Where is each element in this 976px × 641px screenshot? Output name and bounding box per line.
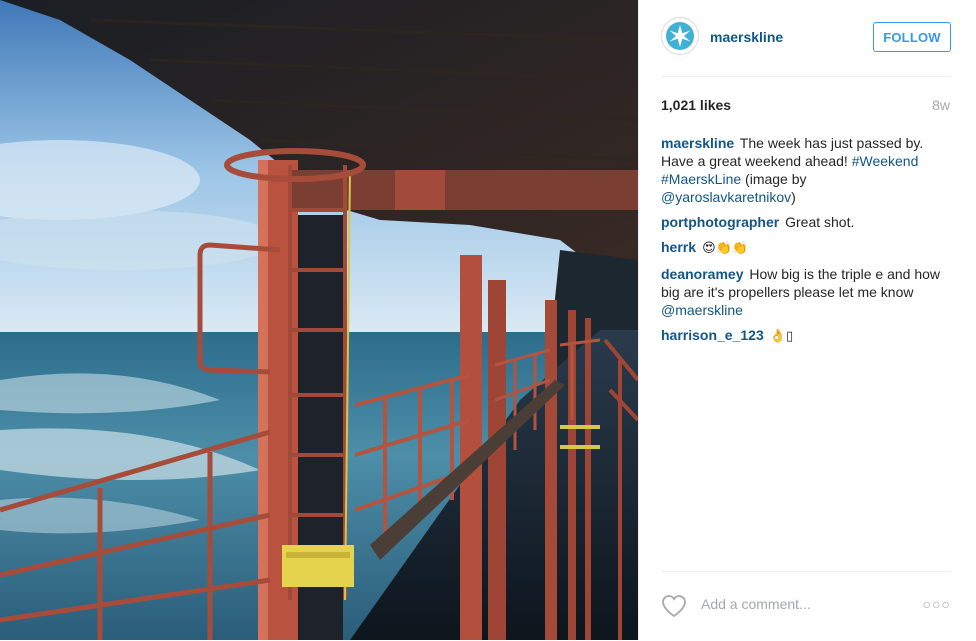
instagram-post: maerskline FOLLOW 1,021 likes 8w maerskl…: [0, 0, 976, 640]
comment-item: deanoramey How big is the triple e and h…: [661, 265, 953, 319]
comment-username[interactable]: herrk: [661, 239, 696, 255]
caption: maerskline The week has just passed by. …: [661, 134, 953, 206]
hashtag-maerskline[interactable]: #MaerskLine: [661, 171, 741, 187]
hashtag-weekend[interactable]: #Weekend: [852, 153, 919, 169]
comment-text: 👌▯: [765, 329, 794, 344]
comment-text: Great shot.: [781, 214, 855, 230]
comment-username[interactable]: portphotographer: [661, 214, 779, 230]
mention-photographer[interactable]: @yaroslavkaretnikov: [661, 189, 791, 205]
comment-item: herrk 😍👏👏: [661, 238, 953, 258]
heart-icon[interactable]: [661, 594, 687, 618]
caption-text-2: (image by: [741, 171, 807, 187]
star-logo-icon: [666, 22, 694, 50]
avatar[interactable]: [661, 17, 699, 55]
post-age[interactable]: 8w: [932, 97, 950, 113]
comment-username[interactable]: harrison_e_123: [661, 327, 764, 343]
post-footer: ○○○: [661, 571, 951, 641]
follow-button[interactable]: FOLLOW: [873, 22, 951, 52]
post-photo[interactable]: [0, 0, 638, 640]
post-author-username[interactable]: maerskline: [710, 29, 783, 45]
more-options-icon[interactable]: ○○○: [923, 596, 951, 612]
likes-count[interactable]: 1,021 likes: [661, 97, 731, 113]
caption-username[interactable]: maerskline: [661, 135, 734, 151]
caption-text-3: ): [791, 189, 796, 205]
comment-username[interactable]: deanoramey: [661, 266, 743, 282]
comment-item: harrison_e_123 👌▯: [661, 326, 953, 346]
comment-item: portphotographer Great shot.: [661, 213, 953, 231]
comment-text: 😍👏👏: [698, 241, 749, 256]
post-sidebar: maerskline FOLLOW 1,021 likes 8w maerskl…: [638, 0, 976, 640]
post-header: maerskline FOLLOW: [661, 14, 951, 77]
ship-deck-photo: [0, 0, 638, 640]
comment-list: maerskline The week has just passed by. …: [661, 134, 953, 353]
comment-mention[interactable]: @maerskline: [661, 302, 743, 318]
add-comment-input[interactable]: [701, 596, 901, 612]
